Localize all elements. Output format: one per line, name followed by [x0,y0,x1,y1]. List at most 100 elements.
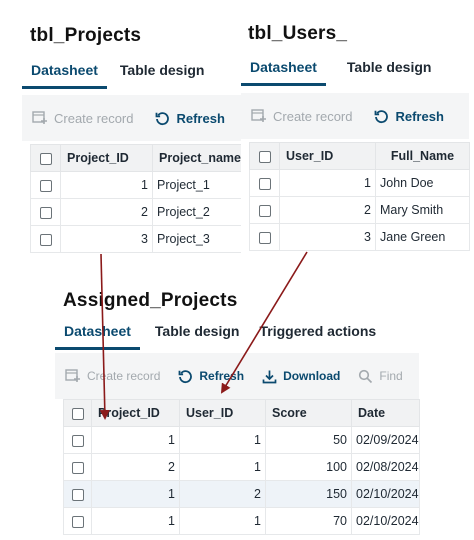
row-select-cell [63,480,92,508]
row-checkbox[interactable] [71,515,84,528]
row-checkbox[interactable] [39,179,52,192]
refresh-button[interactable]: Refresh [374,108,444,124]
create-record-button[interactable]: Create record [32,111,133,126]
project-id-cell[interactable]: 3 [60,225,153,253]
date-cell[interactable]: 02/10/2024 [351,507,420,535]
assigned-toolbar: Create record Refresh Download Find [55,353,419,399]
projects-panel: tbl_Projects Datasheet Table design Crea… [22,20,257,255]
column-header-user-id[interactable]: User_ID [179,399,266,427]
select-all-checkbox[interactable] [71,407,84,420]
row-checkbox[interactable] [258,204,271,217]
download-button[interactable]: Download [262,369,340,384]
download-label: Download [283,369,341,383]
create-record-button[interactable]: Create record [251,109,352,124]
projects-tabs: Datasheet Table design [22,62,213,89]
select-all-cell [249,142,280,170]
users-tabs: Datasheet Table design [241,59,440,86]
row-checkbox[interactable] [39,233,52,246]
tab-datasheet[interactable]: Datasheet [55,323,140,350]
refresh-label: Refresh [395,108,444,124]
full-name-cell[interactable]: Mary Smith [375,196,470,224]
row-checkbox[interactable] [71,434,84,447]
projects-toolbar: Create record Refresh [22,95,244,141]
table-header-row: User_ID Full_Name [249,142,470,170]
find-label: Find [379,369,403,383]
refresh-button[interactable]: Refresh [155,110,225,126]
column-header-score[interactable]: Score [265,399,352,427]
refresh-label: Refresh [176,110,225,126]
table-row[interactable]: 2 Project_2 [30,198,257,226]
select-all-checkbox[interactable] [39,152,52,165]
refresh-label: Refresh [199,369,245,383]
row-checkbox[interactable] [71,488,84,501]
create-record-button[interactable]: Create record [65,369,160,383]
row-select-cell [30,171,61,199]
refresh-icon [156,111,170,125]
row-checkbox[interactable] [39,206,52,219]
select-all-checkbox[interactable] [258,150,271,163]
assigned-panel: Assigned_Projects Datasheet Table design… [55,285,420,535]
users-table: User_ID Full_Name 1 John Doe 2 Mary Smit… [249,142,470,251]
table-row[interactable]: 2 Mary Smith [249,196,470,224]
full-name-cell[interactable]: John Doe [375,169,470,197]
row-checkbox[interactable] [258,231,271,244]
row-checkbox[interactable] [258,177,271,190]
row-checkbox[interactable] [71,461,84,474]
project-id-cell[interactable]: 1 [91,507,180,535]
create-record-icon [65,369,80,382]
table-row[interactable]: 1 1 50 02/09/2024 [63,426,420,454]
tab-triggered-actions[interactable]: Triggered actions [250,323,385,350]
tab-table-design[interactable]: Table design [111,62,214,89]
project-id-cell[interactable]: 1 [91,480,180,508]
tab-table-design[interactable]: Table design [146,323,249,350]
tab-table-design[interactable]: Table design [338,59,441,86]
full-name-cell[interactable]: Jane Green [375,223,470,251]
column-header-full-name[interactable]: Full_Name [375,142,470,170]
create-record-label: Create record [273,108,353,124]
user-id-cell[interactable]: 2 [279,196,376,224]
tab-datasheet[interactable]: Datasheet [241,59,326,86]
project-id-cell[interactable]: 2 [60,198,153,226]
select-all-cell [63,399,92,427]
create-record-icon [251,109,266,122]
score-cell[interactable]: 150 [265,480,352,508]
score-cell[interactable]: 100 [265,453,352,481]
row-select-cell [63,426,92,454]
tab-datasheet[interactable]: Datasheet [22,62,107,89]
users-panel: tbl_Users_ Datasheet Table design Create… [241,18,470,258]
column-header-user-id[interactable]: User_ID [279,142,376,170]
user-id-cell[interactable]: 1 [179,453,266,481]
row-select-cell [63,453,92,481]
column-header-project-id[interactable]: Project_ID [60,144,153,172]
table-row[interactable]: 3 Project_3 [30,225,257,253]
users-toolbar: Create record Refresh [241,93,469,139]
download-icon [262,370,277,383]
user-id-cell[interactable]: 1 [279,169,376,197]
score-cell[interactable]: 70 [265,507,352,535]
date-cell[interactable]: 02/08/2024 [351,453,420,481]
score-cell[interactable]: 50 [265,426,352,454]
project-id-cell[interactable]: 2 [91,453,180,481]
date-cell[interactable]: 02/10/2024 [351,480,420,508]
date-cell[interactable]: 02/09/2024 [351,426,420,454]
user-id-cell[interactable]: 1 [179,426,266,454]
find-button[interactable]: Find [358,369,403,384]
search-icon [359,369,373,383]
user-id-cell[interactable]: 3 [279,223,376,251]
table-row[interactable]: 3 Jane Green [249,223,470,251]
table-row[interactable]: 2 1 100 02/08/2024 [63,453,420,481]
user-id-cell[interactable]: 2 [179,480,266,508]
table-row[interactable]: 1 John Doe [249,169,470,197]
column-header-project-id[interactable]: Project_ID [91,399,180,427]
table-row[interactable]: 1 2 150 02/10/2024 [63,480,420,508]
table-row[interactable]: 1 Project_1 [30,171,257,199]
project-id-cell[interactable]: 1 [60,171,153,199]
column-header-date[interactable]: Date [351,399,420,427]
refresh-button[interactable]: Refresh [178,369,244,384]
create-record-label: Create record [87,369,161,383]
user-id-cell[interactable]: 1 [179,507,266,535]
table-header-row: Project_ID User_ID Score Date [63,399,420,427]
table-row[interactable]: 1 1 70 02/10/2024 [63,507,420,535]
project-id-cell[interactable]: 1 [91,426,180,454]
assigned-table: Project_ID User_ID Score Date 1 1 50 02/… [63,399,420,535]
